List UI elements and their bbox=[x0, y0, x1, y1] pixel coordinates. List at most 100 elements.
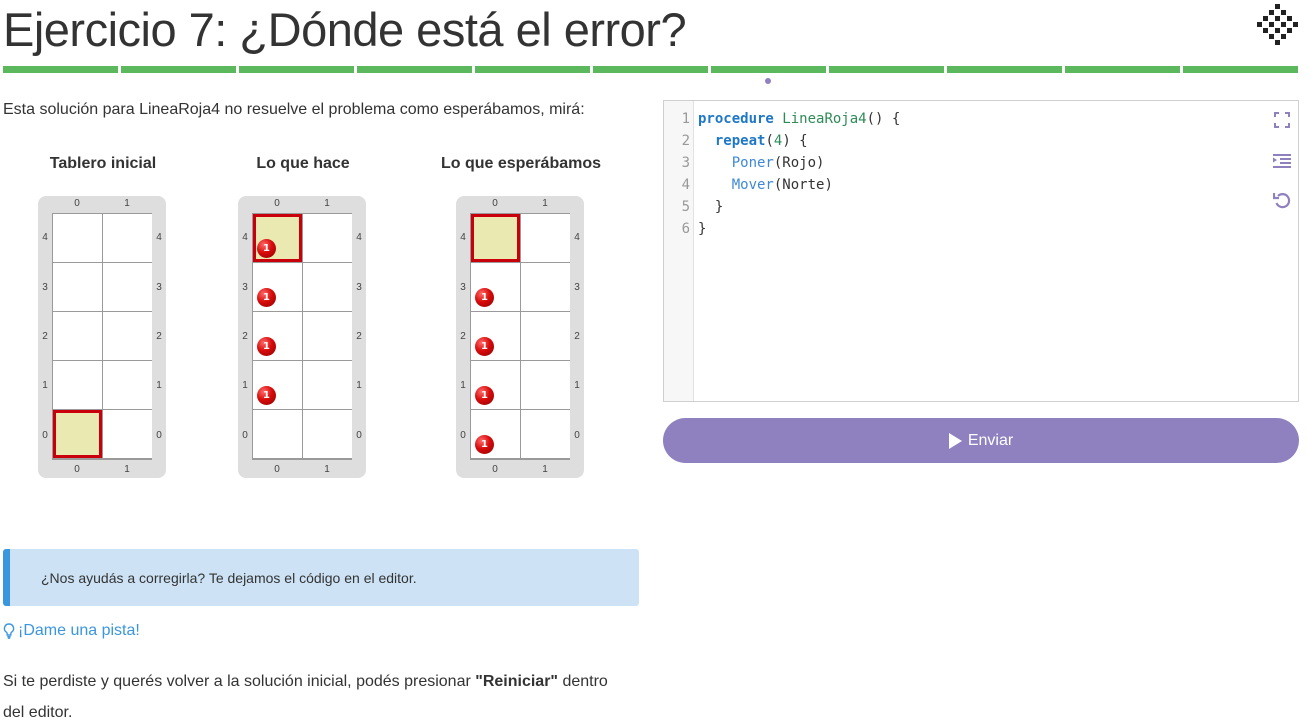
row-label: 2 bbox=[156, 331, 162, 343]
code-keyword: procedure bbox=[698, 111, 774, 127]
row-label: 2 bbox=[574, 331, 580, 343]
board-cell bbox=[103, 263, 152, 311]
board-cell: 1 bbox=[253, 263, 302, 311]
progress-segment[interactable] bbox=[3, 66, 118, 73]
progress-segment[interactable] bbox=[121, 66, 236, 73]
board-caption: Lo que hace bbox=[256, 155, 350, 172]
code-text: ( bbox=[765, 133, 774, 149]
board-panel: Lo que esperábamos 0 1 0 1 4 3 2 1 0 4 3 2 1 0 1 1 1 1 bbox=[421, 152, 621, 478]
row-label: 2 bbox=[42, 331, 48, 343]
reset-icon[interactable] bbox=[1272, 191, 1292, 211]
column-labels-bottom: 01 bbox=[470, 464, 570, 476]
code-text: } bbox=[714, 199, 724, 215]
board-cell bbox=[521, 361, 570, 409]
info-alert: ¿Nos ayudás a corregirla? Te dejamos el … bbox=[3, 549, 639, 606]
row-label: 2 bbox=[356, 331, 362, 343]
board-grid: 1 1 1 1 bbox=[470, 213, 570, 460]
code-text: () { bbox=[866, 111, 901, 127]
board-cell: 1 bbox=[471, 263, 520, 311]
board-cell: 1 bbox=[471, 361, 520, 409]
play-icon bbox=[948, 432, 962, 449]
progress-segment[interactable] bbox=[593, 66, 708, 73]
code-command: Mover bbox=[731, 177, 774, 193]
row-labels-right: 4 3 2 1 0 bbox=[352, 213, 366, 460]
column-label: 1 bbox=[542, 464, 548, 475]
fullscreen-icon[interactable] bbox=[1272, 110, 1292, 130]
column-label: 1 bbox=[324, 198, 330, 209]
row-label: 0 bbox=[242, 429, 248, 441]
indent-icon[interactable] bbox=[1272, 151, 1292, 171]
board-cell bbox=[53, 214, 102, 262]
board-cell bbox=[53, 263, 102, 311]
logo-icon bbox=[1257, 4, 1298, 45]
row-label: 1 bbox=[356, 380, 362, 392]
code-text: } bbox=[698, 221, 707, 237]
board-cell bbox=[103, 312, 152, 360]
column-label: 1 bbox=[542, 198, 548, 209]
hint-link[interactable]: ¡Dame una pista! bbox=[3, 620, 140, 642]
progress-segment[interactable] bbox=[475, 66, 590, 73]
row-label: 4 bbox=[356, 232, 362, 244]
line-number: 5 bbox=[681, 199, 690, 215]
line-number: 1 bbox=[681, 111, 690, 127]
board-grid: 1 1 1 1 bbox=[252, 213, 352, 460]
board-cell-head bbox=[53, 410, 102, 458]
send-button-label: Enviar bbox=[967, 431, 1014, 449]
progress-segment[interactable] bbox=[1183, 66, 1298, 73]
exercise-description: Esta solución para LineaRoja4 no resuelv… bbox=[3, 101, 585, 118]
progress-segment[interactable] bbox=[829, 66, 944, 73]
board-cell bbox=[103, 410, 152, 458]
board-cell bbox=[103, 361, 152, 409]
row-label: 4 bbox=[42, 232, 48, 244]
column-labels-bottom: 01 bbox=[252, 464, 352, 476]
gobstones-board: 010143210432101111 bbox=[456, 196, 584, 478]
row-label: 4 bbox=[460, 232, 466, 244]
send-button[interactable]: Enviar bbox=[663, 418, 1299, 463]
row-label: 1 bbox=[42, 380, 48, 392]
red-ball-icon: 1 bbox=[257, 337, 276, 356]
red-ball-icon: 1 bbox=[257, 239, 276, 258]
lightbulb-icon bbox=[3, 623, 15, 639]
red-ball-icon: 1 bbox=[257, 288, 276, 307]
board-cell-head bbox=[471, 214, 520, 262]
exercise-progress-bar bbox=[3, 66, 1298, 73]
progress-segment[interactable] bbox=[357, 66, 472, 73]
code-procedure-name: LineaRoja4 bbox=[782, 111, 867, 127]
progress-segment[interactable] bbox=[711, 66, 826, 73]
column-labels-top: 01 bbox=[470, 198, 570, 210]
column-labels-top: 01 bbox=[252, 198, 352, 210]
column-labels-bottom: 01 bbox=[52, 464, 152, 476]
row-labels-left: 4 3 2 1 0 bbox=[456, 213, 470, 460]
row-label: 3 bbox=[356, 281, 362, 293]
column-label: 0 bbox=[492, 464, 498, 475]
board-cell: 1 bbox=[253, 361, 302, 409]
row-label: 2 bbox=[242, 331, 248, 343]
code-editor[interactable]: 1 procedure LineaRoja4() { 2 repeat(4) { … bbox=[663, 100, 1299, 402]
column-label: 1 bbox=[124, 198, 130, 209]
column-label: 0 bbox=[274, 198, 280, 209]
row-label: 2 bbox=[460, 331, 466, 343]
board-grid bbox=[52, 213, 152, 460]
code-command: Poner bbox=[731, 155, 774, 171]
column-labels-top: 01 bbox=[52, 198, 152, 210]
column-label: 0 bbox=[492, 198, 498, 209]
code-keyword: repeat bbox=[714, 133, 766, 149]
row-labels-left: 4 3 2 1 0 bbox=[38, 213, 52, 460]
reset-text-keyword: "Reiniciar" bbox=[475, 673, 559, 690]
row-label: 1 bbox=[242, 380, 248, 392]
code-text: (Norte) bbox=[773, 177, 833, 193]
row-label: 1 bbox=[574, 380, 580, 392]
board-cell: 1 bbox=[253, 312, 302, 360]
alert-text: ¿Nos ayudás a corregirla? Te dejamos el … bbox=[41, 569, 417, 586]
board-cell bbox=[53, 361, 102, 409]
current-exercise-marker bbox=[765, 78, 771, 84]
progress-segment[interactable] bbox=[947, 66, 1062, 73]
board-cell bbox=[303, 312, 352, 360]
line-number: 3 bbox=[681, 155, 690, 171]
progress-segment[interactable] bbox=[239, 66, 354, 73]
red-ball-icon: 1 bbox=[475, 386, 494, 405]
board-cell bbox=[521, 410, 570, 458]
row-label: 3 bbox=[242, 281, 248, 293]
row-label: 3 bbox=[42, 281, 48, 293]
progress-segment[interactable] bbox=[1065, 66, 1180, 73]
